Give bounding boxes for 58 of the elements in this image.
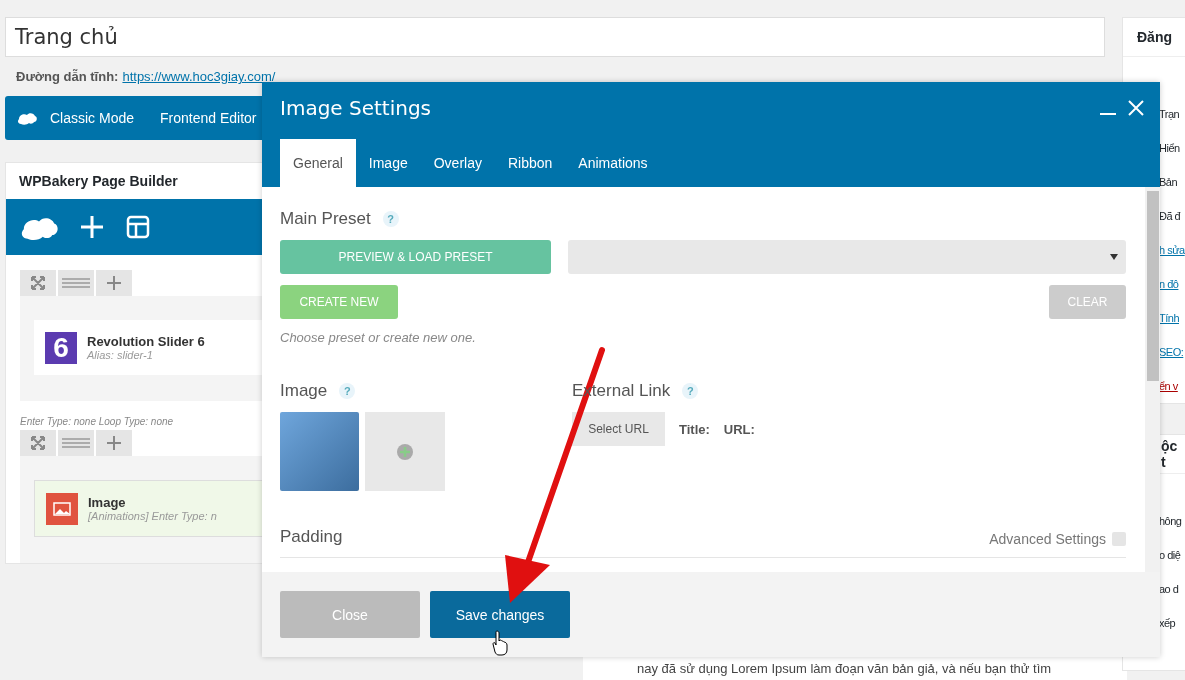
panel-title: WPBakery Page Builder bbox=[19, 173, 178, 189]
sidebar-text: Bản bbox=[1159, 175, 1178, 190]
layout-icon[interactable] bbox=[126, 215, 150, 239]
element-name: Image bbox=[88, 495, 127, 510]
sidebar-link[interactable]: SEO: bbox=[1159, 335, 1184, 369]
checkbox[interactable] bbox=[1112, 532, 1126, 546]
tab[interactable]: Animations bbox=[565, 139, 661, 187]
dialog-title: Image Settings bbox=[280, 96, 432, 120]
hint-text: Choose preset or create new one. bbox=[280, 330, 477, 345]
columns-icon[interactable] bbox=[58, 430, 94, 456]
sidebar-text: Trạn bbox=[1159, 107, 1180, 122]
plus-circle-icon bbox=[397, 443, 413, 460]
tab[interactable]: Overlay bbox=[420, 139, 495, 187]
sidebar-link[interactable]: n đô bbox=[1159, 267, 1179, 301]
editor-mode-button[interactable]: Classic Mode bbox=[37, 110, 148, 126]
element-name: Revolution Slider 6 bbox=[87, 334, 205, 349]
element-meta: [Animations] Enter Type: n bbox=[88, 510, 217, 522]
plus-icon[interactable] bbox=[96, 270, 132, 296]
tab[interactable]: Ribbon bbox=[494, 139, 566, 187]
sidebar-text: Hiển bbox=[1159, 141, 1180, 156]
sidebar-text: hông bbox=[1159, 514, 1182, 529]
sidebar-text: xếp bbox=[1159, 616, 1176, 631]
section-heading: Padding bbox=[280, 527, 343, 547]
sidebar-text: Đã đ bbox=[1159, 209, 1181, 224]
plus-icon[interactable] bbox=[80, 215, 104, 239]
post-title-field[interactable]: Trang chủ bbox=[5, 17, 1105, 57]
sidebar-link[interactable]: h sửa bbox=[1159, 233, 1185, 267]
editor-mode-button[interactable]: Frontend Editor bbox=[147, 110, 270, 126]
sidebar-text: o diệ bbox=[1159, 548, 1181, 563]
scrollbar[interactable] bbox=[1145, 187, 1160, 572]
image-icon bbox=[46, 492, 78, 525]
sidebar-link[interactable]: ển v bbox=[1159, 369, 1178, 403]
add-image-button[interactable] bbox=[365, 412, 445, 491]
close-icon[interactable] bbox=[1128, 100, 1144, 116]
permalink-label: Đường dẫn tĩnh: bbox=[16, 69, 119, 84]
section-heading: Image bbox=[280, 381, 328, 401]
save-button[interactable]: Save changes bbox=[430, 591, 570, 638]
expand-icon[interactable] bbox=[20, 270, 56, 296]
sidebar-link[interactable]: Tính bbox=[1159, 301, 1179, 335]
sidebar-text: ao d bbox=[1159, 582, 1179, 597]
plus-icon[interactable] bbox=[96, 430, 132, 456]
permalink-link[interactable]: https://www.hoc3giay.com/ bbox=[122, 69, 276, 84]
select-url-button[interactable]: Select URL bbox=[572, 412, 665, 446]
element-meta: Alias: slider-1 bbox=[87, 349, 154, 361]
field-label: URL: bbox=[723, 421, 755, 437]
columns-icon[interactable] bbox=[58, 270, 94, 296]
row-caption: Enter Type: none Loop Type: none bbox=[20, 416, 174, 427]
tab[interactable]: Image bbox=[355, 139, 421, 187]
cloud-logo-icon bbox=[17, 111, 37, 125]
box-title: Đăng bbox=[1123, 18, 1185, 57]
expand-icon[interactable] bbox=[20, 430, 56, 456]
section-heading: Main Preset bbox=[280, 209, 371, 229]
tab[interactable]: General bbox=[280, 139, 356, 187]
field-label: Title: bbox=[679, 421, 710, 437]
slider-badge: 6 bbox=[45, 331, 77, 364]
checkbox-label: Advanced Settings bbox=[989, 531, 1106, 547]
caret-icon bbox=[1110, 254, 1118, 260]
photo-placeholder[interactable] bbox=[280, 412, 359, 491]
